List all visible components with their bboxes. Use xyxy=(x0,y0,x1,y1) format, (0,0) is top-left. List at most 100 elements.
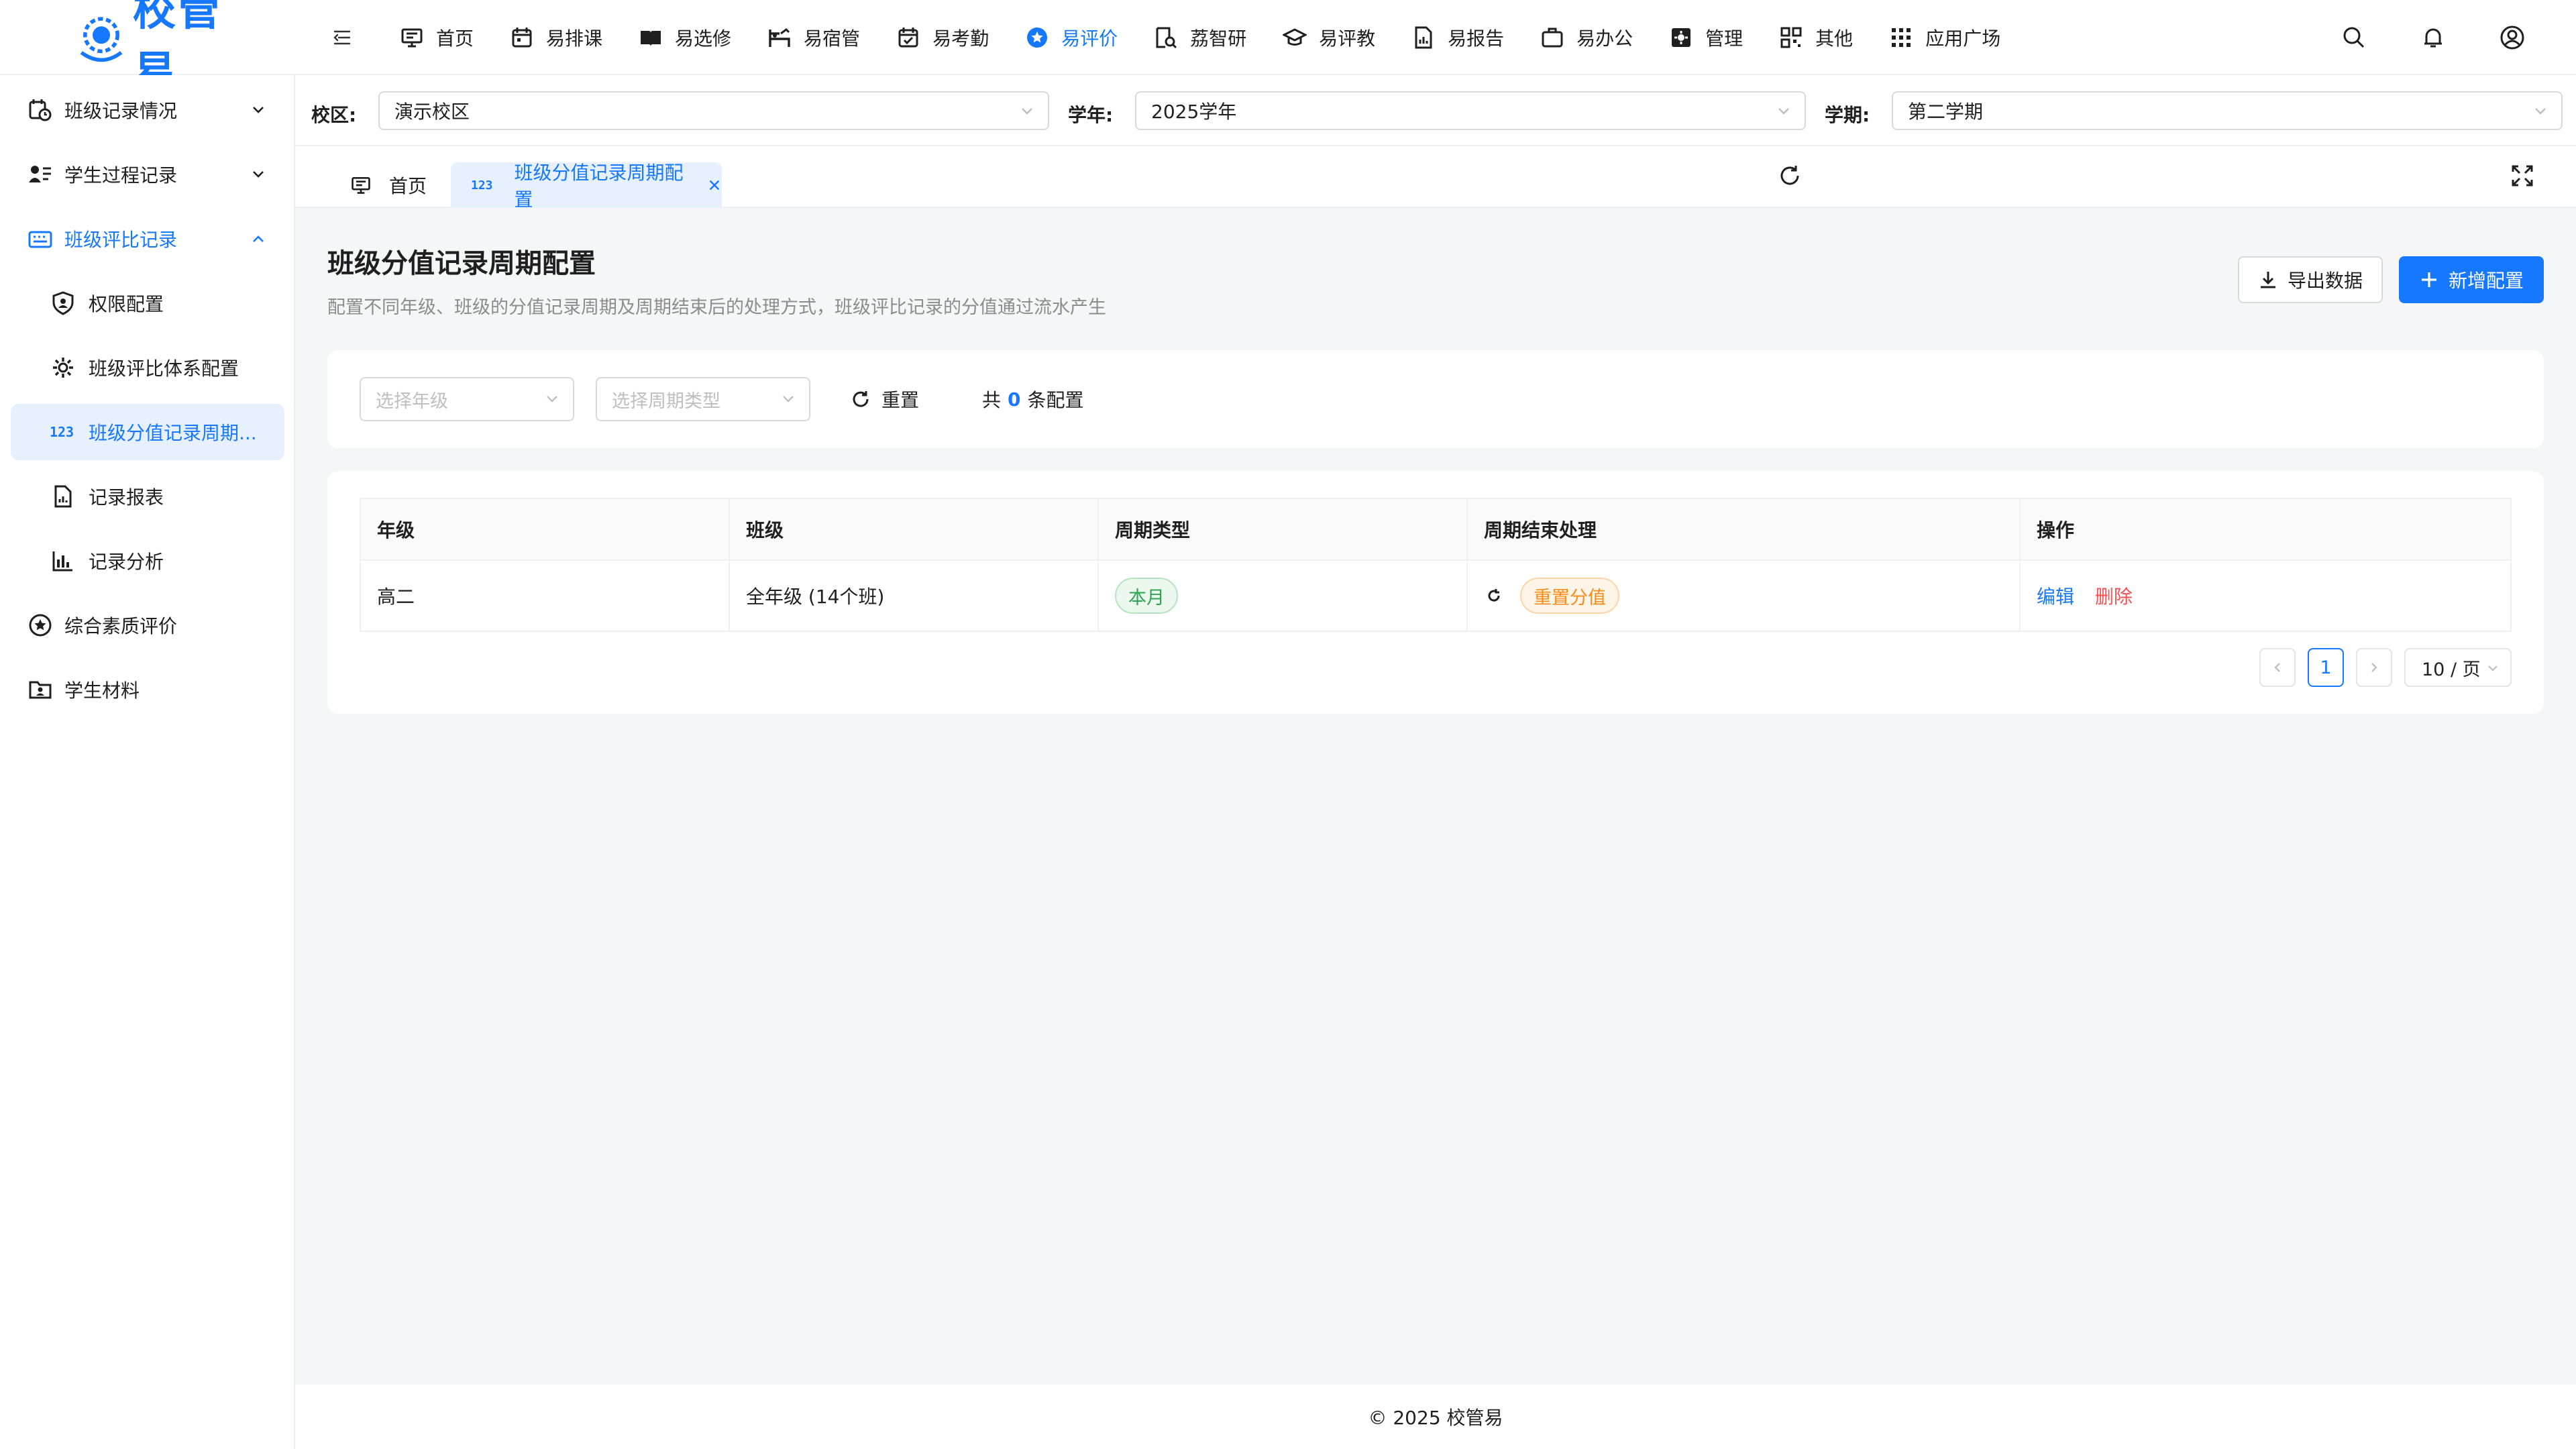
refresh-icon[interactable] xyxy=(1776,162,1803,189)
edit-link[interactable]: 编辑 xyxy=(2037,586,2074,608)
report-icon xyxy=(1415,26,1432,49)
nav-item-dormitory[interactable]: 易宿管 xyxy=(767,0,860,75)
top-search-button[interactable] xyxy=(2341,0,2367,75)
sidebar-item-student-materials[interactable]: 学生材料 xyxy=(11,661,284,718)
sidebar: 班级记录情况 学生过程记录 班级评比记录 权限配置 班级评比体系配置 123 班… xyxy=(0,75,295,1449)
nav-label: 易评教 xyxy=(1319,28,1376,50)
delete-link[interactable]: 删除 xyxy=(2095,586,2133,608)
nav-label: 易评价 xyxy=(1061,28,1118,50)
sidebar-item-label: 班级评比记录 xyxy=(64,229,178,251)
sidebar-item-comprehensive-eval[interactable]: 综合素质评价 xyxy=(11,597,284,653)
user-list-icon xyxy=(27,161,54,188)
tab-score-cycle-config[interactable]: 123 班级分值记录周期配置 xyxy=(451,162,722,211)
chevron-down-icon xyxy=(2488,665,2498,672)
campus-select[interactable]: 演示校区 xyxy=(378,91,1049,130)
sidebar-item-score-cycle-config[interactable]: 123 班级分值记录周期... xyxy=(11,404,284,460)
logo[interactable]: 校管易 xyxy=(75,0,256,97)
menu-fold-icon xyxy=(333,30,351,45)
page-description: 配置不同年级、班级的分值记录周期及周期结束后的处理方式，班级评比记录的分值通过流… xyxy=(327,297,1106,318)
sidebar-item-record-analysis[interactable]: 记录分析 xyxy=(11,533,284,589)
next-page-button[interactable] xyxy=(2356,648,2392,687)
campus-value: 演示校区 xyxy=(394,101,470,123)
tab-bar: 首页 123 班级分值记录周期配置 xyxy=(295,146,2576,211)
count-prefix: 共 xyxy=(982,389,1002,411)
sidebar-item-class-records[interactable]: 班级记录情况 xyxy=(11,82,284,138)
close-icon[interactable] xyxy=(707,177,722,193)
sidebar-item-label: 学生材料 xyxy=(64,680,140,702)
count-suffix: 条配置 xyxy=(1027,389,1084,411)
page-title: 班级分值记录周期配置 xyxy=(327,248,596,279)
nav-item-home[interactable]: 首页 xyxy=(400,0,474,75)
sidebar-item-label: 综合素质评价 xyxy=(64,615,178,637)
nav-item-office[interactable]: 易办公 xyxy=(1540,0,1633,75)
grade-select[interactable]: 选择年级 xyxy=(360,377,574,421)
column-header-cycle-type[interactable]: 周期类型 xyxy=(1098,498,1468,561)
chevron-up-icon xyxy=(253,235,264,242)
monitor-icon xyxy=(401,28,423,48)
column-header-grade[interactable]: 年级 xyxy=(360,498,730,561)
file-chart-icon xyxy=(50,483,76,510)
sidebar-item-comparison-system-config[interactable]: 班级评比体系配置 xyxy=(11,339,284,396)
notification-button[interactable] xyxy=(2420,0,2446,75)
column-header-cycle-end[interactable]: 周期结束处理 xyxy=(1467,498,2021,561)
nav-label: 易报告 xyxy=(1448,28,1505,50)
nav-item-research[interactable]: 荔智研 xyxy=(1154,0,1246,75)
add-config-button[interactable]: 新增配置 xyxy=(2399,256,2544,303)
nav-item-admin[interactable]: 管理 xyxy=(1669,0,1743,75)
export-data-button[interactable]: 导出数据 xyxy=(2238,256,2383,303)
calendar-clock-icon xyxy=(27,97,54,123)
footer: © 2025 校管易 xyxy=(295,1385,2576,1449)
table-row: 高二 全年级 (14个班) 本月 重置分值 编辑 删除 xyxy=(360,560,2511,631)
sidebar-item-permission-config[interactable]: 权限配置 xyxy=(11,275,284,331)
tab-home[interactable]: 首页 xyxy=(343,162,464,208)
fullscreen-icon[interactable] xyxy=(2509,162,2536,189)
cycle-type-select[interactable]: 选择周期类型 xyxy=(596,377,810,421)
cycle-type-badge: 本月 xyxy=(1115,578,1178,614)
sidebar-item-label: 班级分值记录周期... xyxy=(89,422,257,444)
sidebar-item-class-comparison[interactable]: 班级评比记录 xyxy=(11,211,284,267)
nav-item-other[interactable]: 其他 xyxy=(1779,0,1853,75)
graduation-cap-icon xyxy=(1283,28,1307,46)
nav-item-evaluation[interactable]: 易评价 xyxy=(1025,0,1118,75)
nav-item-attendance[interactable]: 易考勤 xyxy=(896,0,989,75)
page-size-select[interactable]: 10 / 页 xyxy=(2404,648,2512,687)
export-label: 导出数据 xyxy=(2287,270,2363,292)
prev-page-button[interactable] xyxy=(2259,648,2296,687)
sidebar-item-record-report[interactable]: 记录报表 xyxy=(11,468,284,525)
chevron-down-icon xyxy=(1778,108,1789,115)
plus-icon xyxy=(2421,272,2436,287)
nav-item-elective[interactable]: 易选修 xyxy=(639,0,731,75)
collapse-menu-button[interactable] xyxy=(330,25,354,50)
page-size-value: 10 / 页 xyxy=(2422,659,2481,680)
sidebar-item-student-process[interactable]: 学生过程记录 xyxy=(11,146,284,203)
calendar-icon xyxy=(512,28,532,48)
briefcase-icon xyxy=(1542,28,1563,48)
chevron-right-icon xyxy=(2371,663,2377,672)
reset-button[interactable]: 重置 xyxy=(851,377,919,421)
sidebar-item-label: 班级评比体系配置 xyxy=(89,358,239,380)
term-label: 学期: xyxy=(1825,104,1870,126)
tab-label: 首页 xyxy=(389,175,427,197)
chevron-down-icon xyxy=(253,171,264,178)
year-select[interactable]: 2025学年 xyxy=(1135,91,1806,130)
user-profile-button[interactable] xyxy=(2500,0,2525,75)
table-panel: 年级 班级 周期类型 周期结束处理 操作 高二 全年级 (14个班) 本月 重置… xyxy=(327,471,2544,714)
nav-item-scheduling[interactable]: 易排课 xyxy=(510,0,602,75)
page-number-current[interactable]: 1 xyxy=(2308,648,2344,687)
nav-item-app-store[interactable]: 应用广场 xyxy=(1889,0,2000,75)
sidebar-item-label: 学生过程记录 xyxy=(64,164,178,186)
column-header-class[interactable]: 班级 xyxy=(729,498,1099,561)
copyright-text: © 2025 校管易 xyxy=(1368,1407,1503,1429)
cycle-end-content: 重置分值 xyxy=(1484,578,1619,614)
sidebar-item-label: 记录分析 xyxy=(89,551,164,573)
count-value: 0 xyxy=(1008,388,1021,411)
settings-box-icon xyxy=(1672,28,1691,47)
shield-user-icon xyxy=(50,290,76,317)
term-select[interactable]: 第二学期 xyxy=(1892,91,2563,130)
cell-class: 全年级 (14个班) xyxy=(729,560,1099,631)
monitor-icon xyxy=(352,177,370,194)
nav-item-report[interactable]: 易报告 xyxy=(1411,0,1504,75)
chevron-down-icon xyxy=(253,107,264,113)
nav-item-teaching-eval[interactable]: 易评教 xyxy=(1283,0,1375,75)
bar-chart-icon xyxy=(50,547,76,574)
